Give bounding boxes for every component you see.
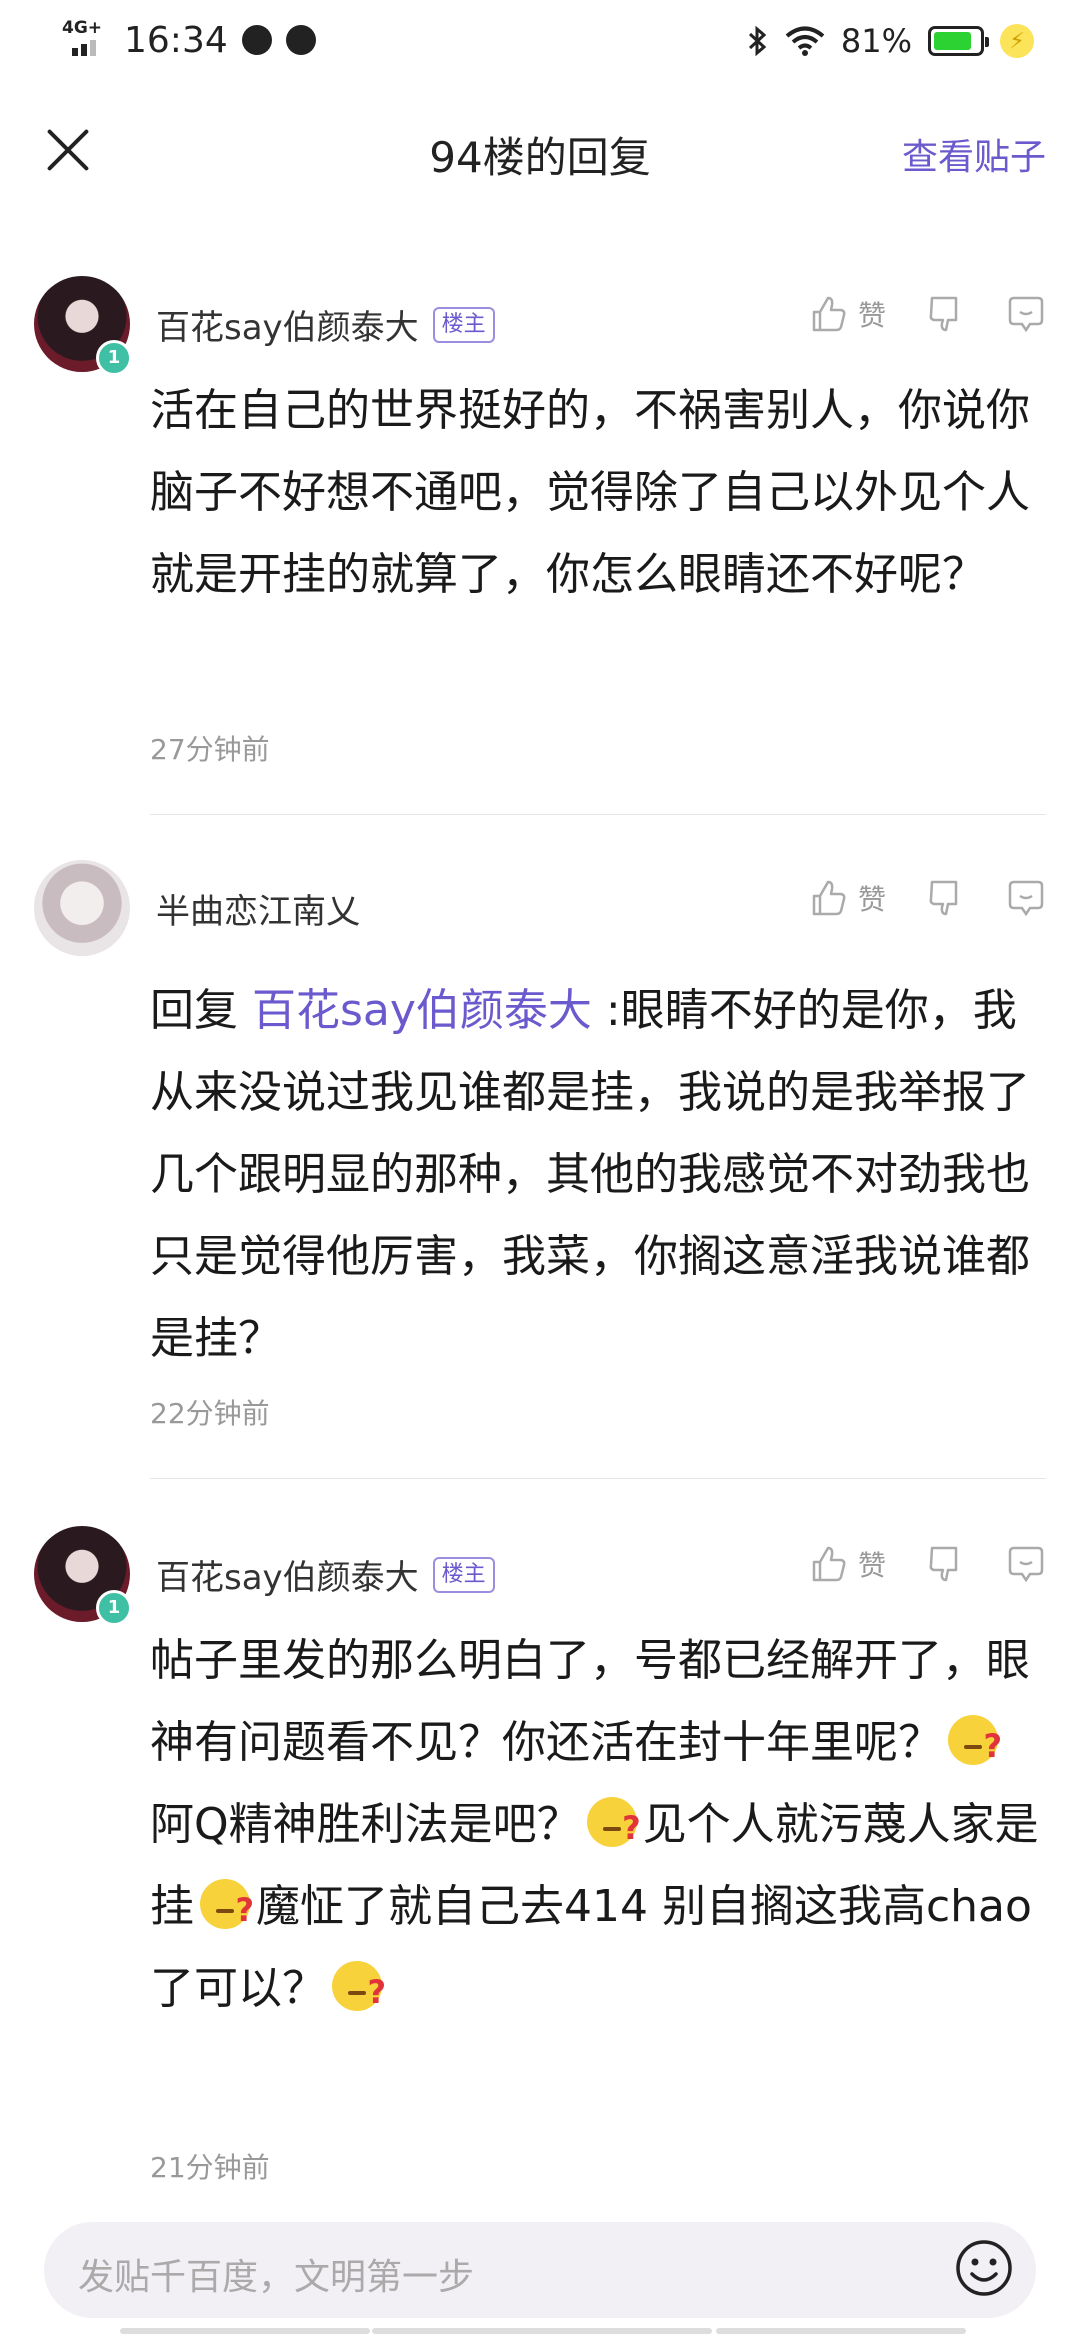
divider xyxy=(150,1478,1046,1479)
view-post-link[interactable]: 查看贴子 xyxy=(902,128,1046,180)
thumbs-down-icon[interactable] xyxy=(926,294,966,334)
username[interactable]: 半曲恋江南乂 xyxy=(156,884,360,933)
comment-icon[interactable] xyxy=(1006,294,1046,334)
like-button[interactable]: 赞 xyxy=(808,294,886,334)
gesture-bar xyxy=(716,2328,966,2334)
comment-icon[interactable] xyxy=(1006,1544,1046,1584)
reply-part: 魔怔了就自己去414 别自搁这我高chao了可以？ xyxy=(150,1881,1032,2014)
reply-text: 帖子里发的那么明白了，号都已经解开了，眼神有问题看不见？你还活在封十年里呢？ 阿Q… xyxy=(150,1620,1040,2033)
thinking-emoji-icon xyxy=(586,1787,641,1869)
reply-item: 半曲恋江南乂 赞 回复 百花say伯颜泰大 :眼睛不好的是你，我从来没说过我见谁… xyxy=(0,860,1080,1480)
reply-prefix: 回复 xyxy=(150,985,252,1036)
avatar[interactable] xyxy=(34,860,130,956)
reply-time: 22分钟前 xyxy=(150,1397,270,1430)
charging-icon: ⚡ xyxy=(1000,24,1034,58)
like-label: 赞 xyxy=(857,883,886,916)
username[interactable]: 百花say伯颜泰大 xyxy=(156,300,419,349)
compass-notification-icon xyxy=(285,25,316,55)
reply-part: 帖子里发的那么明白了，号都已经解开了，眼神有问题看不见？你还活在封十年里呢？ xyxy=(150,1635,1030,1768)
thinking-emoji-icon xyxy=(948,1705,1002,1787)
reply-item: 1 百花say伯颜泰大 楼主 赞 活在自己的世界挺好的，不祸害别人，你说你脑子不… xyxy=(0,276,1080,816)
level-badge: 1 xyxy=(96,1590,132,1626)
wifi-icon xyxy=(785,26,825,56)
thumbs-up-icon xyxy=(812,880,846,916)
reply-time: 21分钟前 xyxy=(150,2151,270,2184)
like-button[interactable]: 赞 xyxy=(808,1544,886,1584)
reply-text: 活在自己的世界挺好的，不祸害别人，你说你脑子不好想不通吧，觉得除了自己以外见个人… xyxy=(150,385,1030,600)
thinking-emoji-icon xyxy=(332,1951,386,2033)
reply-body: :眼睛不好的是你，我从来没说过我见谁都是挂，我说的是我举报了几个跟明显的那种，其… xyxy=(150,985,1030,1364)
status-bar: 4G+ 16:34 81% ⚡ xyxy=(0,0,1080,84)
thumbs-down-icon[interactable] xyxy=(926,1544,966,1584)
gesture-bar xyxy=(120,2328,370,2334)
top-nav: 94楼的回复 查看贴子 xyxy=(0,84,1080,220)
battery-icon xyxy=(928,26,989,56)
like-label: 赞 xyxy=(857,1549,886,1582)
thumbs-down-icon[interactable] xyxy=(926,878,966,918)
op-badge: 楼主 xyxy=(432,1556,495,1593)
level-badge: 1 xyxy=(96,340,132,376)
reply-item: 1 百花say伯颜泰大 楼主 赞 帖子里发的那么明白了，号都已经解开了，眼神有问… xyxy=(0,1526,1080,2196)
op-badge: 楼主 xyxy=(432,306,495,343)
thinking-emoji-icon xyxy=(200,1869,254,1951)
battery-percent: 81% xyxy=(840,22,912,60)
like-button[interactable]: 赞 xyxy=(808,878,886,918)
reply-part: 阿Q精神胜利法是吧？ xyxy=(150,1799,581,1850)
thumbs-up-icon xyxy=(812,296,846,332)
gesture-bar xyxy=(372,2328,712,2334)
reply-text: 回复 百花say伯颜泰大 :眼睛不好的是你，我从来没说过我见谁都是挂，我说的是我… xyxy=(150,970,1040,1380)
like-label: 赞 xyxy=(857,299,886,332)
divider xyxy=(150,814,1046,815)
reply-input-bar[interactable]: 发贴千百度，文明第一步 xyxy=(44,2222,1036,2318)
reply-time: 27分钟前 xyxy=(150,733,270,766)
qq-notification-icon xyxy=(241,25,272,55)
reply-input[interactable]: 发贴千百度，文明第一步 xyxy=(78,2248,474,2300)
cellular-signal-icon: 4G+ xyxy=(62,18,110,62)
emoji-icon[interactable] xyxy=(954,2238,1014,2298)
thumbs-up-icon xyxy=(812,1546,846,1582)
status-time: 16:34 xyxy=(124,19,228,61)
mention-link[interactable]: 百花say伯颜泰大 xyxy=(252,985,592,1036)
bluetooth-icon xyxy=(748,25,767,57)
username[interactable]: 百花say伯颜泰大 xyxy=(156,1550,419,1599)
comment-icon[interactable] xyxy=(1006,878,1046,918)
